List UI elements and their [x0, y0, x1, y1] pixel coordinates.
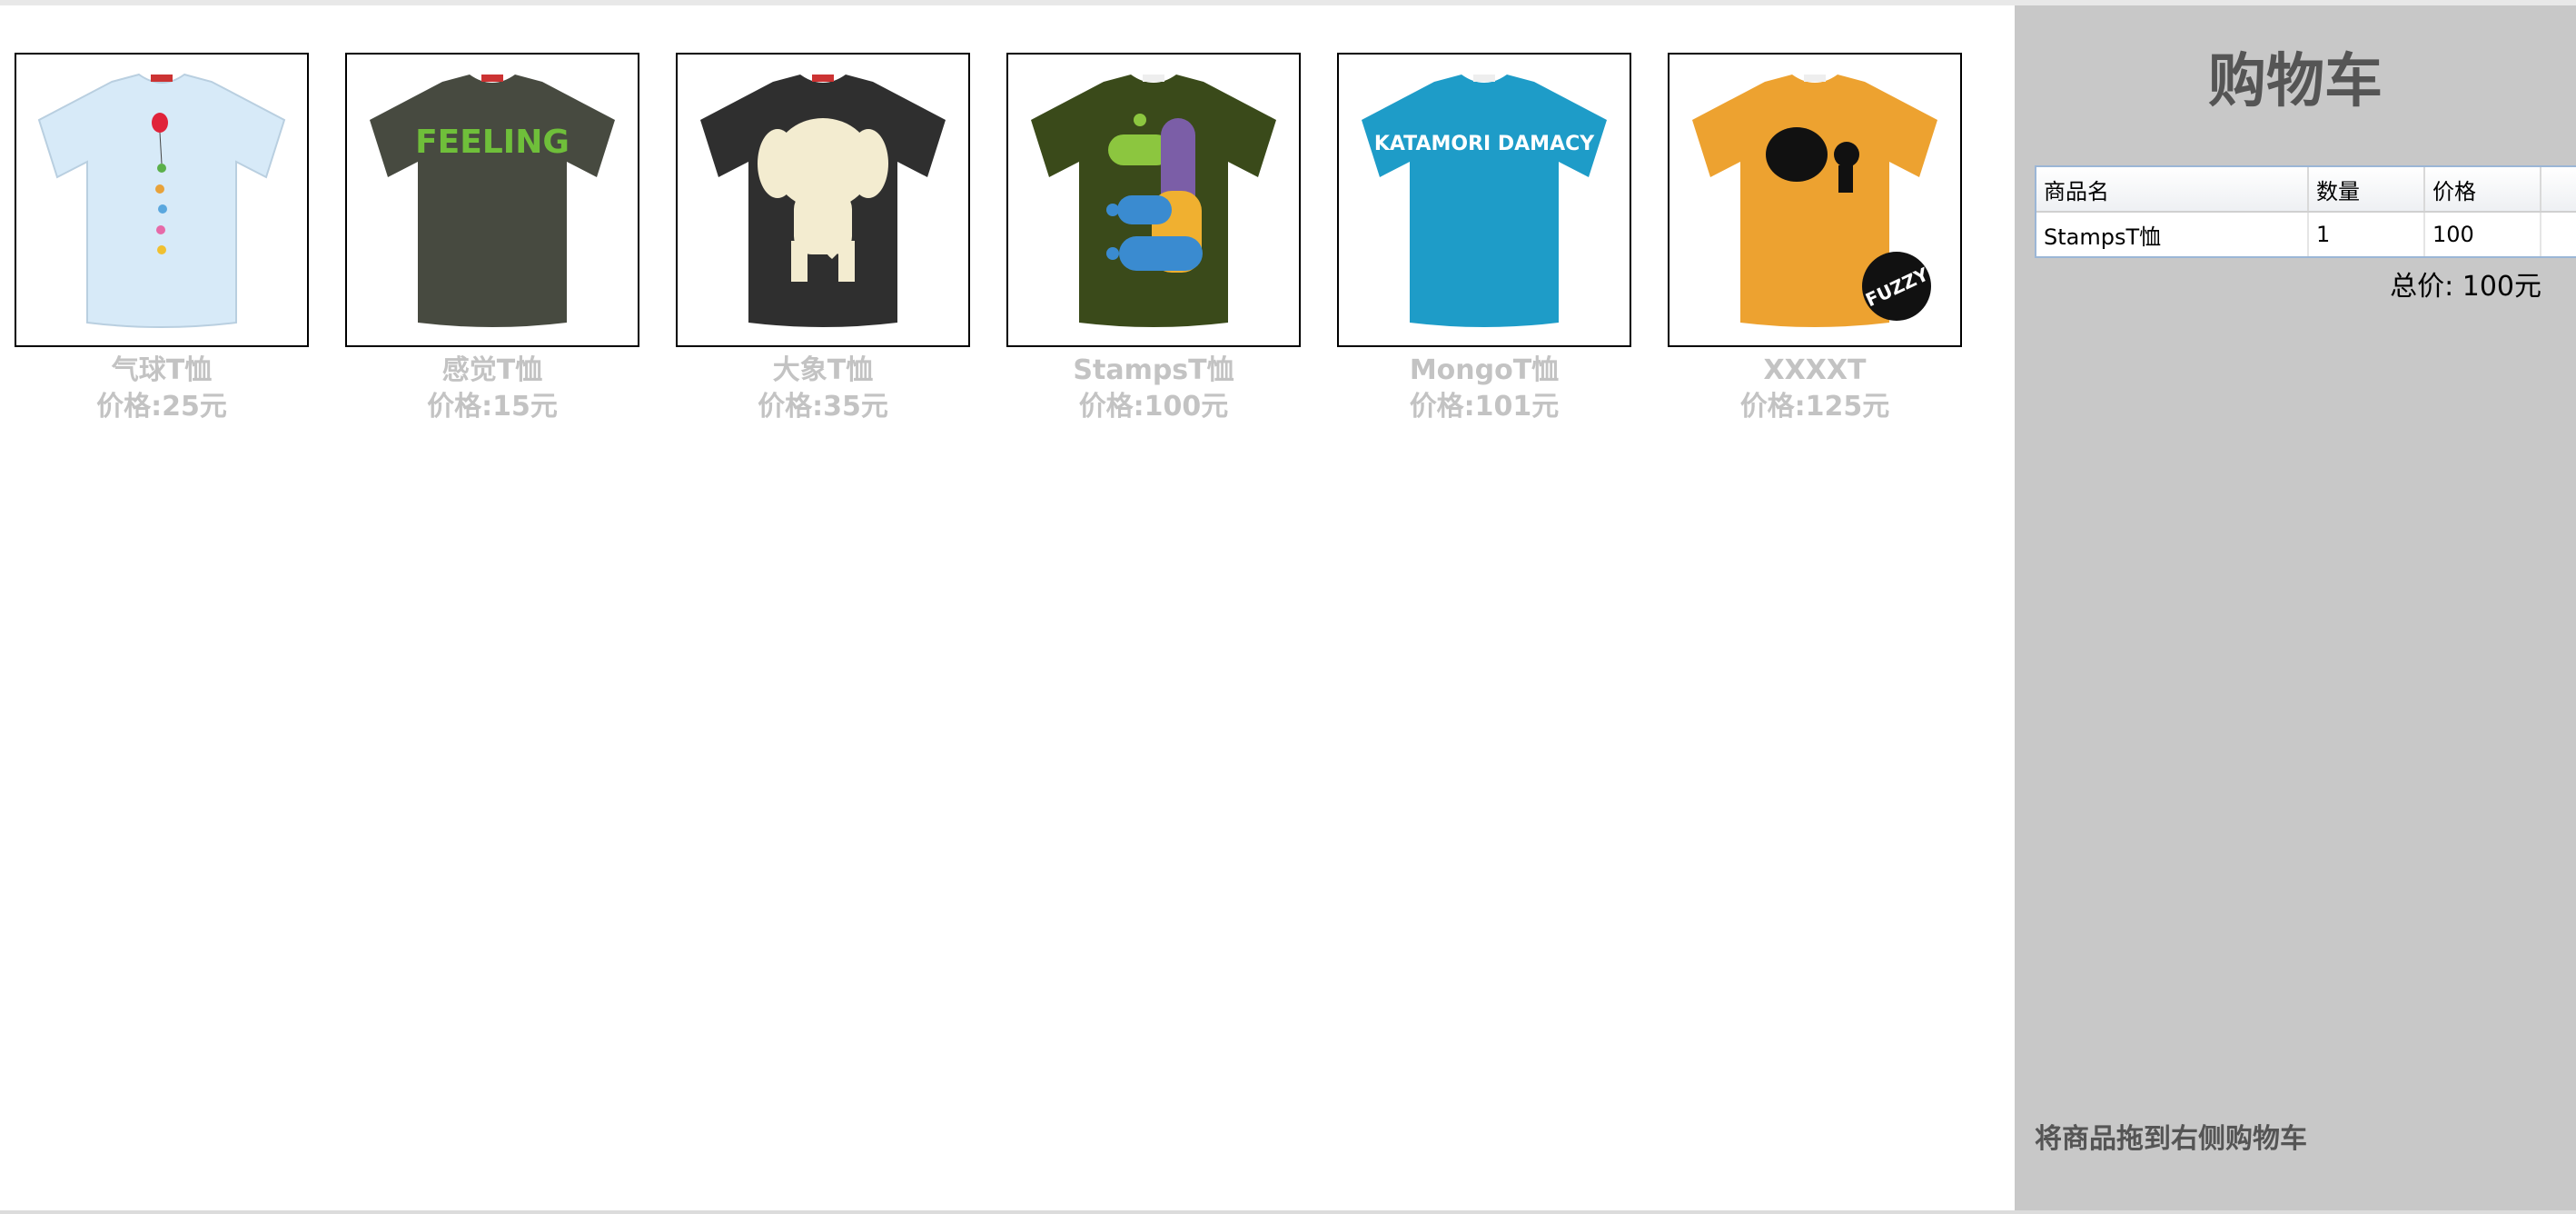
product-name: XXXXT	[1763, 354, 1867, 386]
product-price: 价格:125元	[1739, 391, 1890, 423]
product-price: 价格:35元	[758, 391, 888, 423]
bottom-border	[0, 1210, 2576, 1214]
column-header-quantity[interactable]: 数量	[2308, 167, 2425, 213]
product-card-stamps[interactable]: StampsT恤 价格:100元	[1006, 53, 1301, 425]
feeling-tshirt-image: FEELING	[370, 75, 615, 327]
cart-item-name: StampsT恤	[2036, 212, 2309, 256]
cart-item-quantity: 1	[2308, 212, 2425, 256]
drag-hint: 将商品拖到右侧购物车	[2035, 1123, 2307, 1155]
feeling-text-art-icon: FEELING	[415, 124, 570, 161]
product-price: 价格:25元	[96, 391, 227, 423]
column-header-name[interactable]: 商品名	[2036, 167, 2309, 213]
mongo-tshirt-image: KATAMORI DAMACY	[1362, 75, 1607, 327]
table-row[interactable]: StampsT恤 1 100	[2036, 212, 2576, 256]
cart-table-header: 商品名 数量 价格	[2036, 167, 2576, 213]
product-image[interactable]: FEELING	[345, 53, 639, 347]
cart-item-price: 100	[2424, 212, 2541, 256]
product-image[interactable]	[15, 53, 309, 347]
column-header-extra	[2541, 167, 2576, 213]
shopping-cart-panel[interactable]: 购物车 商品名 数量 价格 StampsT恤 1 100 总价: 100元 将商…	[2015, 5, 2576, 1210]
product-price: 价格:15元	[427, 391, 558, 423]
stamps-tshirt-image	[1031, 75, 1276, 327]
product-card-feeling[interactable]: FEELING 感觉T恤 价格:15元	[345, 53, 639, 425]
product-card-fuzzy[interactable]: FUZZY XXXXT 价格:125元	[1668, 53, 1962, 425]
cart-table: 商品名 数量 价格 StampsT恤 1 100	[2035, 165, 2576, 258]
product-price: 价格:100元	[1078, 391, 1229, 423]
product-image[interactable]	[676, 53, 970, 347]
cart-total: 总价: 100元	[2390, 271, 2541, 303]
product-name: 大象T恤	[772, 354, 874, 386]
fuzzy-tshirt-image: FUZZY	[1692, 75, 1937, 327]
product-name: MongoT恤	[1409, 354, 1560, 386]
product-name: 气球T恤	[111, 354, 213, 386]
product-price: 价格:101元	[1409, 391, 1560, 423]
product-name: 感觉T恤	[441, 354, 543, 386]
product-card-elephant[interactable]: 大象T恤 价格:35元	[676, 53, 970, 425]
cart-title: 购物车	[2208, 48, 2383, 115]
product-name: StampsT恤	[1073, 354, 1234, 386]
column-header-price[interactable]: 价格	[2424, 167, 2541, 213]
product-list: 气球T恤 价格:25元 FEELING 感觉T恤 价格:15元 大象T恤 价格:…	[0, 5, 2015, 1210]
product-image[interactable]: FUZZY	[1668, 53, 1962, 347]
elephant-tshirt-image	[700, 75, 946, 327]
product-image[interactable]	[1006, 53, 1301, 347]
cart-item-extra	[2541, 212, 2576, 256]
product-image[interactable]: KATAMORI DAMACY	[1337, 53, 1631, 347]
product-card-mongo[interactable]: KATAMORI DAMACY MongoT恤 价格:101元	[1337, 53, 1631, 425]
product-card-balloon[interactable]: 气球T恤 价格:25元	[15, 53, 309, 425]
balloon-tshirt-image	[37, 73, 286, 328]
katamori-text-art-icon: KATAMORI DAMACY	[1374, 133, 1595, 155]
